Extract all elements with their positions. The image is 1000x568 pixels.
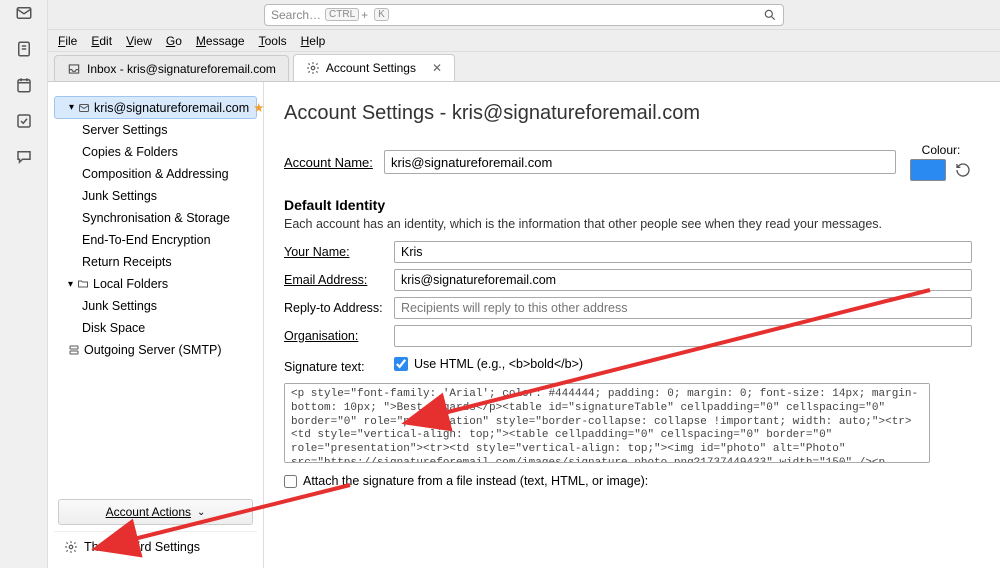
signature-textarea[interactable] (284, 383, 930, 463)
your-name-label: Your Name: (284, 245, 394, 259)
tab-account-settings[interactable]: Account Settings ✕ (293, 54, 455, 81)
email-label: Email Address: (284, 273, 394, 287)
sidebar-outgoing-smtp[interactable]: Outgoing Server (SMTP) (54, 339, 257, 361)
main-area: ▾ kris@signatureforemail.com ★ Server Se… (48, 82, 1000, 568)
account-actions-label: Account Actions (106, 505, 191, 519)
calendar-icon[interactable] (15, 76, 33, 94)
menu-bar: File Edit View Go Message Tools Help (48, 30, 1000, 52)
tb-settings-label: Thunderbird Settings (84, 540, 200, 554)
menu-edit[interactable]: Edit (91, 34, 112, 48)
sidebar-item-junk[interactable]: Junk Settings (54, 185, 257, 207)
signature-text-label: Signature text: (284, 360, 394, 374)
org-label: Organisation: (284, 329, 394, 343)
replyto-input[interactable] (394, 297, 972, 319)
menu-file[interactable]: File (58, 34, 77, 48)
gear-icon (64, 540, 78, 554)
colour-swatch[interactable] (910, 159, 946, 181)
menu-help[interactable]: Help (301, 34, 326, 48)
kbd-ctrl: CTRL (325, 8, 359, 21)
top-toolbar: Search… CTRL + K (48, 0, 1000, 30)
outgoing-label: Outgoing Server (SMTP) (84, 343, 222, 357)
sidebar-item-e2e[interactable]: End-To-End Encryption (54, 229, 257, 251)
close-icon[interactable]: ✕ (432, 61, 442, 75)
account-tree: ▾ kris@signatureforemail.com ★ Server Se… (54, 96, 257, 493)
reset-colour-button[interactable] (954, 161, 972, 179)
local-folders-label: Local Folders (93, 277, 168, 291)
attach-from-file-checkbox[interactable] (284, 475, 297, 488)
mail-icon[interactable] (15, 4, 33, 22)
sidebar-item-copies-folders[interactable]: Copies & Folders (54, 141, 257, 163)
menu-tools[interactable]: Tools (259, 34, 287, 48)
sidebar-item-disk-space[interactable]: Disk Space (54, 317, 257, 339)
page-title: Account Settings - kris@signatureforemai… (284, 102, 972, 125)
tab-inbox[interactable]: Inbox - kris@signatureforemail.com (54, 55, 289, 81)
content-pane: Account Settings - kris@signatureforemai… (264, 82, 1000, 568)
server-icon (68, 344, 80, 356)
tab-inbox-label: Inbox - kris@signatureforemail.com (87, 62, 276, 76)
sidebar-item-server-settings[interactable]: Server Settings (54, 119, 257, 141)
account-name: kris@signatureforemail.com (94, 101, 249, 115)
address-book-icon[interactable] (15, 40, 33, 58)
tab-settings-label: Account Settings (326, 61, 416, 75)
sidebar-item-composition[interactable]: Composition & Addressing (54, 163, 257, 185)
search-placeholder: Search… (271, 8, 321, 22)
thunderbird-settings-link[interactable]: Thunderbird Settings (54, 531, 257, 562)
menu-go[interactable]: Go (166, 34, 182, 48)
icon-rail (0, 0, 48, 568)
sidebar: ▾ kris@signatureforemail.com ★ Server Se… (48, 82, 264, 568)
use-html-label: Use HTML (e.g., <b>bold</b>) (414, 357, 583, 371)
account-name-input[interactable] (384, 150, 896, 174)
kbd-k: K (374, 8, 389, 21)
colour-label: Colour: (922, 143, 961, 157)
search-icon (763, 8, 777, 22)
sidebar-item-return-receipts[interactable]: Return Receipts (54, 251, 257, 273)
chevron-down-icon: ⌄ (197, 507, 205, 518)
default-identity-header: Default Identity (284, 197, 972, 213)
chevron-down-icon: ▾ (69, 102, 74, 113)
mail-account-icon (78, 102, 90, 114)
menu-view[interactable]: View (126, 34, 152, 48)
chat-icon[interactable] (15, 148, 33, 166)
attach-from-file-label: Attach the signature from a file instead… (303, 474, 648, 488)
sidebar-account[interactable]: ▾ kris@signatureforemail.com ★ (54, 96, 257, 119)
sidebar-item-local-junk[interactable]: Junk Settings (54, 295, 257, 317)
sidebar-item-sync-storage[interactable]: Synchronisation & Storage (54, 207, 257, 229)
gear-icon (306, 61, 320, 75)
global-search[interactable]: Search… CTRL + K (264, 4, 784, 26)
tab-strip: Inbox - kris@signatureforemail.com Accou… (48, 52, 1000, 82)
use-html-checkbox[interactable] (394, 357, 408, 371)
inbox-icon (67, 62, 81, 76)
tasks-icon[interactable] (15, 112, 33, 130)
folder-icon (77, 278, 89, 290)
account-actions-button[interactable]: Account Actions ⌄ (58, 499, 253, 525)
star-icon: ★ (253, 100, 264, 115)
identity-blurb: Each account has an identity, which is t… (284, 217, 972, 231)
org-input[interactable] (394, 325, 972, 347)
chevron-down-icon: ▾ (68, 279, 73, 290)
sidebar-local-folders[interactable]: ▾ Local Folders (54, 273, 257, 295)
account-name-label: Account Name: (284, 155, 384, 170)
your-name-input[interactable] (394, 241, 972, 263)
replyto-label: Reply-to Address: (284, 301, 394, 315)
menu-message[interactable]: Message (196, 34, 245, 48)
email-input[interactable] (394, 269, 972, 291)
